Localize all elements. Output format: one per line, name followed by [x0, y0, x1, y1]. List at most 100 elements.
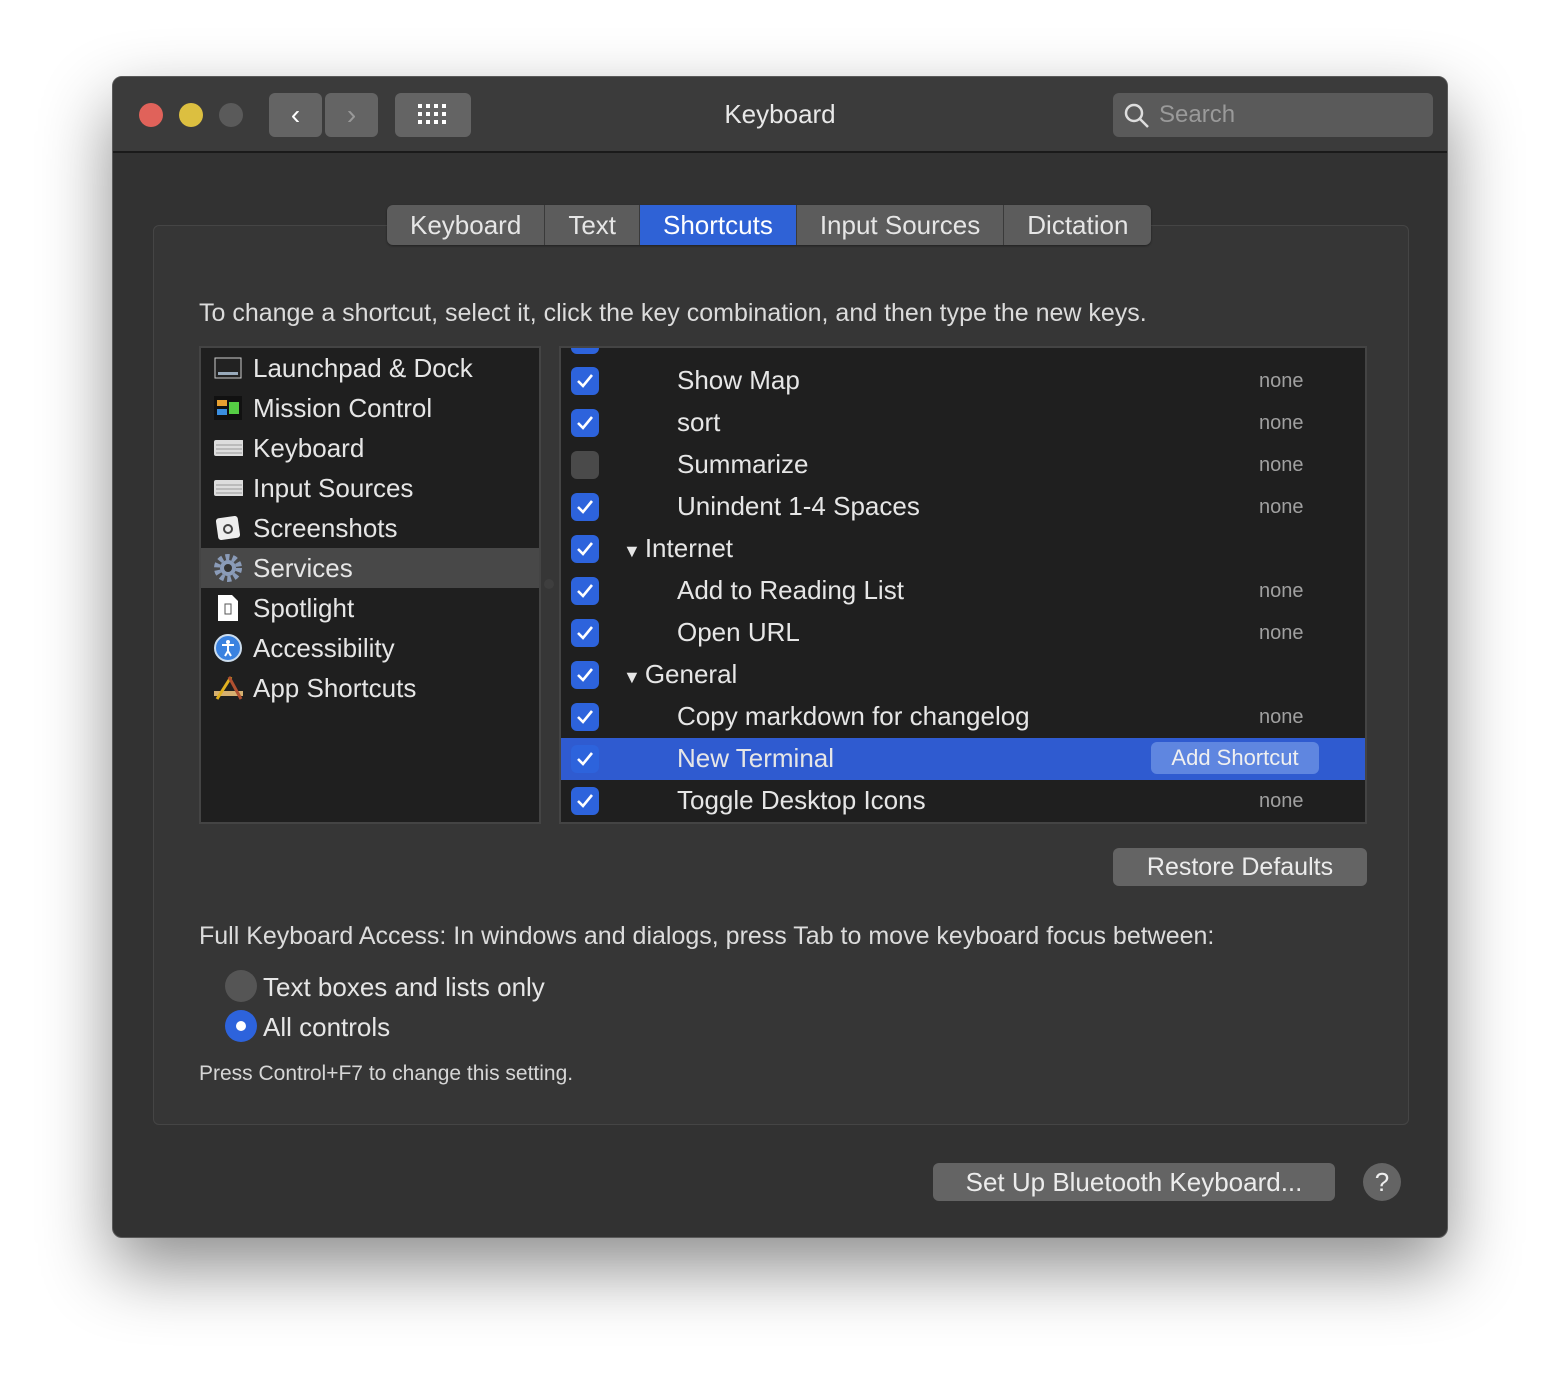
app-shortcuts-icon [213, 674, 243, 702]
window: ‹ › Keyboard Search Keyboard Text Shortc… [112, 76, 1448, 1238]
shortcut-label: sort [677, 407, 721, 437]
checkbox[interactable] [571, 367, 599, 395]
add-shortcut-button[interactable]: Add Shortcut [1151, 742, 1319, 774]
shortcut-row[interactable]: Open URL none [561, 612, 1365, 654]
shortcut-label: Copy markdown for changelog [677, 701, 1030, 731]
radio-label-all-controls[interactable]: All controls [263, 1012, 390, 1043]
shortcut-key[interactable]: none [1259, 706, 1304, 729]
category-label: Services [253, 552, 353, 583]
shortcut-row[interactable]: New Terminal Add Shortcut [561, 738, 1365, 780]
checkbox[interactable] [571, 409, 599, 437]
radio-label-text-boxes[interactable]: Text boxes and lists only [263, 972, 545, 1003]
shortcut-row[interactable]: Unindent 1-4 Spaces none [561, 486, 1365, 528]
keyboard-icon [213, 434, 243, 462]
tab-text[interactable]: Text [545, 205, 640, 245]
shortcut-list[interactable]: Show Map none sort none Summarize none Uninden… [559, 346, 1367, 824]
checkmark-icon [577, 542, 594, 556]
category-label: Mission Control [253, 392, 433, 423]
category-label: Spotlight [253, 592, 355, 623]
search-icon [1124, 103, 1149, 128]
checkmark-icon [577, 584, 594, 598]
keyboard-icon [213, 474, 243, 502]
shortcut-key[interactable]: none [1259, 454, 1304, 477]
hint-text: Press Control+F7 to change this setting. [199, 1062, 574, 1085]
full-keyboard-access-label: Full Keyboard Access: In windows and dia… [199, 922, 1215, 950]
checkmark-icon [577, 794, 594, 808]
gear-icon [213, 554, 243, 582]
shortcut-key[interactable]: none [1259, 622, 1304, 645]
shortcut-label: Show Map [677, 365, 800, 395]
shortcut-row[interactable]: Show Map none [561, 360, 1365, 402]
tab-dictation[interactable]: Dictation [1004, 205, 1151, 245]
restore-defaults-button[interactable]: Restore Defaults [1113, 848, 1367, 886]
checkbox[interactable] [571, 535, 599, 563]
checkmark-icon [577, 416, 594, 430]
category-label: Launchpad & Dock [253, 352, 473, 383]
category-label: Input Sources [253, 472, 414, 503]
category-item[interactable]: Screenshots [201, 508, 539, 548]
spotlight-icon [213, 594, 243, 622]
tab-input-sources[interactable]: Input Sources [797, 205, 1005, 245]
checkmark-icon [577, 626, 594, 640]
category-item[interactable]: Mission Control [201, 388, 539, 428]
shortcut-label: Summarize [677, 449, 809, 479]
shortcut-row[interactable]: sort none [561, 402, 1365, 444]
checkbox[interactable] [571, 451, 599, 479]
checkbox[interactable] [571, 348, 599, 354]
shortcut-row[interactable]: Summarize none [561, 444, 1365, 486]
checkbox[interactable] [571, 787, 599, 815]
checkbox[interactable] [571, 493, 599, 521]
category-item[interactable]: Keyboard [201, 428, 539, 468]
mission-control-icon [213, 394, 243, 422]
instruction-text: To change a shortcut, select it, click t… [199, 299, 1147, 327]
launchpad-icon [213, 354, 243, 382]
shortcut-row[interactable]: Toggle Desktop Icons none [561, 780, 1365, 822]
checkmark-icon [577, 374, 594, 388]
search-input[interactable]: Search [1113, 93, 1433, 137]
shortcut-row[interactable]: Copy markdown for changelog none [561, 696, 1365, 738]
checkbox[interactable] [571, 745, 599, 773]
checkmark-icon [577, 752, 594, 766]
radio-text-boxes[interactable] [225, 970, 257, 1002]
category-item[interactable]: Launchpad & Dock [201, 348, 539, 388]
shortcut-label: Open URL [677, 617, 800, 647]
tab-keyboard[interactable]: Keyboard [387, 205, 546, 245]
search-placeholder: Search [1159, 101, 1236, 128]
category-item[interactable]: Accessibility [201, 628, 539, 668]
radio-all-controls[interactable] [225, 1010, 257, 1042]
checkbox[interactable] [571, 661, 599, 689]
checkbox[interactable] [571, 703, 599, 731]
category-label: Screenshots [253, 512, 398, 543]
shortcut-key[interactable]: none [1259, 412, 1304, 435]
checkbox[interactable] [571, 577, 599, 605]
bluetooth-keyboard-button[interactable]: Set Up Bluetooth Keyboard... [933, 1163, 1335, 1201]
checkmark-icon [577, 710, 594, 724]
shortcut-row[interactable]: Add to Reading List none [561, 570, 1365, 612]
shortcut-label: Toggle Desktop Icons [677, 785, 926, 815]
category-item[interactable]: Services [201, 548, 539, 588]
category-item[interactable]: App Shortcuts [201, 668, 539, 708]
accessibility-icon [213, 634, 243, 662]
screenshot-icon [213, 514, 243, 542]
help-button[interactable]: ? [1363, 1163, 1401, 1201]
checkmark-icon [577, 500, 594, 514]
category-item[interactable]: Spotlight [201, 588, 539, 628]
shortcut-key[interactable]: none [1259, 790, 1304, 813]
tab-shortcuts[interactable]: Shortcuts [640, 205, 797, 245]
category-item[interactable]: Input Sources [201, 468, 539, 508]
checkbox[interactable] [571, 619, 599, 647]
shortcut-key[interactable]: none [1259, 370, 1304, 393]
disclosure-triangle-icon[interactable]: ▼ [623, 667, 641, 687]
shortcut-key[interactable]: none [1259, 496, 1304, 519]
category-list[interactable]: Launchpad & Dock Mission Control Keyboard I… [199, 346, 541, 824]
disclosure-triangle-icon[interactable]: ▼ [623, 541, 641, 561]
shortcut-row[interactable]: ▼ Internet [561, 528, 1365, 570]
group-label: Internet [644, 533, 733, 563]
shortcut-key[interactable]: none [1259, 580, 1304, 603]
split-handle[interactable] [544, 579, 554, 589]
checkmark-icon [577, 668, 594, 682]
group-label: General [644, 659, 738, 689]
shortcut-row[interactable]: ▼ General [561, 654, 1365, 696]
tab-bar: Keyboard Text Shortcuts Input Sources Di… [387, 205, 1152, 245]
shortcut-label: New Terminal [677, 743, 835, 773]
